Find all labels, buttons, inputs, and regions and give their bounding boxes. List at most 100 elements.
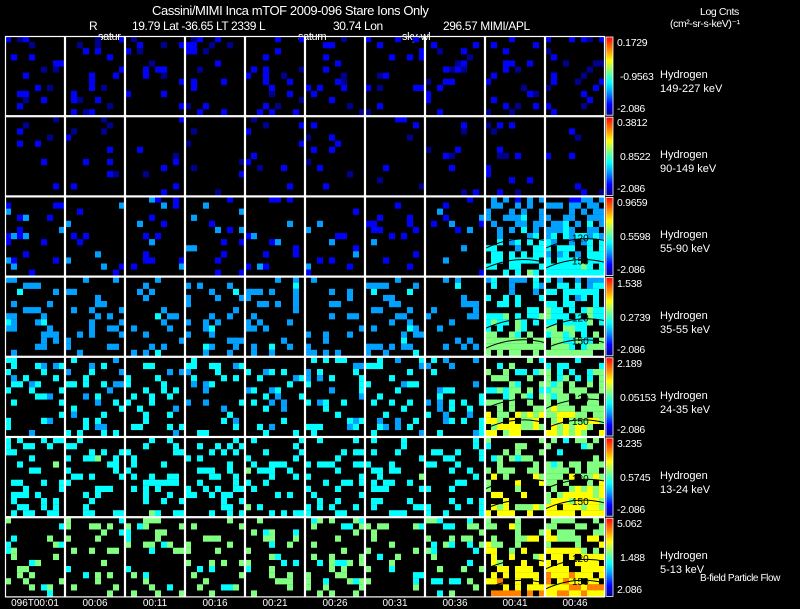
data-pixel (317, 590, 323, 597)
data-pixel (569, 461, 575, 468)
data-pixel (155, 529, 161, 536)
data-pixel (521, 504, 527, 511)
data-pixel (263, 529, 269, 536)
data-pixel (263, 479, 269, 486)
data-pixel (107, 122, 113, 129)
data-pixel (413, 381, 419, 388)
data-pixel (149, 362, 155, 370)
data-pixel (407, 319, 413, 326)
data-pixel (233, 337, 239, 344)
data-pixel (83, 417, 89, 424)
data-pixel (557, 566, 563, 573)
data-pixel (515, 590, 521, 597)
data-pixel (227, 411, 233, 418)
data-pixel (263, 405, 269, 412)
data-pixel (89, 498, 95, 505)
data-pixel (521, 251, 527, 258)
data-pixel (593, 399, 599, 406)
data-pixel (467, 405, 473, 412)
data-pixel (335, 233, 341, 240)
data-pixel (173, 152, 179, 159)
data-pixel (461, 301, 467, 308)
data-pixel (143, 578, 149, 585)
data-pixel (77, 331, 83, 338)
data-pixel (503, 430, 509, 437)
data-pixel (551, 510, 557, 517)
data-pixel (575, 288, 581, 295)
data-pixel (311, 553, 317, 560)
row-species: Hydrogen (660, 470, 708, 482)
data-pixel (227, 349, 233, 356)
data-pixel (557, 430, 563, 437)
data-pixel (413, 349, 419, 356)
data-pixel (563, 282, 569, 289)
data-pixel (263, 393, 269, 400)
data-pixel (89, 109, 95, 116)
data-pixel (23, 510, 29, 517)
data-pixel (233, 307, 239, 314)
data-pixel (455, 504, 461, 511)
data-pixel (395, 301, 401, 308)
data-pixel (209, 510, 215, 517)
data-pixel (407, 220, 413, 227)
data-pixel (455, 146, 461, 153)
data-pixel (41, 66, 47, 73)
data-pixel (569, 325, 575, 332)
data-pixel (89, 449, 95, 456)
data-pixel (167, 411, 173, 418)
data-pixel (95, 251, 101, 258)
data-pixel (509, 455, 515, 462)
data-pixel (569, 510, 575, 517)
data-pixel (527, 566, 533, 573)
data-pixel (161, 307, 167, 314)
data-pixel (497, 405, 503, 412)
data-pixel (401, 510, 407, 517)
data-pixel (503, 60, 509, 67)
data-pixel (389, 54, 395, 61)
data-pixel (563, 430, 569, 437)
data-pixel (473, 443, 479, 450)
data-pixel (275, 239, 281, 246)
data-pixel (173, 473, 179, 480)
data-pixel (149, 60, 155, 67)
data-pixel (101, 411, 107, 418)
data-pixel (47, 214, 53, 221)
data-pixel (107, 590, 113, 597)
data-pixel (377, 362, 383, 370)
data-pixel (593, 547, 599, 554)
data-pixel (71, 183, 77, 190)
data-pixel (389, 233, 395, 240)
data-pixel (23, 233, 29, 240)
data-pixel (437, 405, 443, 412)
data-pixel (83, 491, 89, 499)
data-pixel (503, 214, 509, 221)
data-pixel (101, 559, 107, 567)
data-pixel (407, 288, 413, 295)
data-pixel (509, 122, 515, 129)
data-pixel (203, 467, 209, 474)
data-pixel (473, 547, 479, 554)
data-pixel (83, 158, 89, 166)
data-pixel (383, 257, 389, 264)
data-pixel (107, 387, 113, 394)
data-pixel (335, 485, 341, 492)
data-pixel (377, 485, 383, 492)
data-pixel (557, 584, 563, 591)
data-pixel (263, 467, 269, 474)
data-pixel (113, 171, 119, 178)
data-pixel (143, 72, 149, 79)
data-pixel (95, 523, 101, 530)
data-pixel (227, 541, 233, 548)
data-pixel (581, 189, 587, 196)
data-pixel (221, 491, 227, 499)
data-pixel (527, 269, 533, 276)
data-pixel (557, 369, 563, 376)
data-pixel (251, 387, 257, 394)
data-pixel (557, 572, 563, 579)
data-pixel (533, 226, 539, 234)
data-pixel (71, 97, 77, 104)
data-pixel (503, 504, 509, 511)
data-pixel (23, 90, 29, 98)
data-pixel (503, 48, 509, 55)
data-pixel (323, 42, 329, 49)
